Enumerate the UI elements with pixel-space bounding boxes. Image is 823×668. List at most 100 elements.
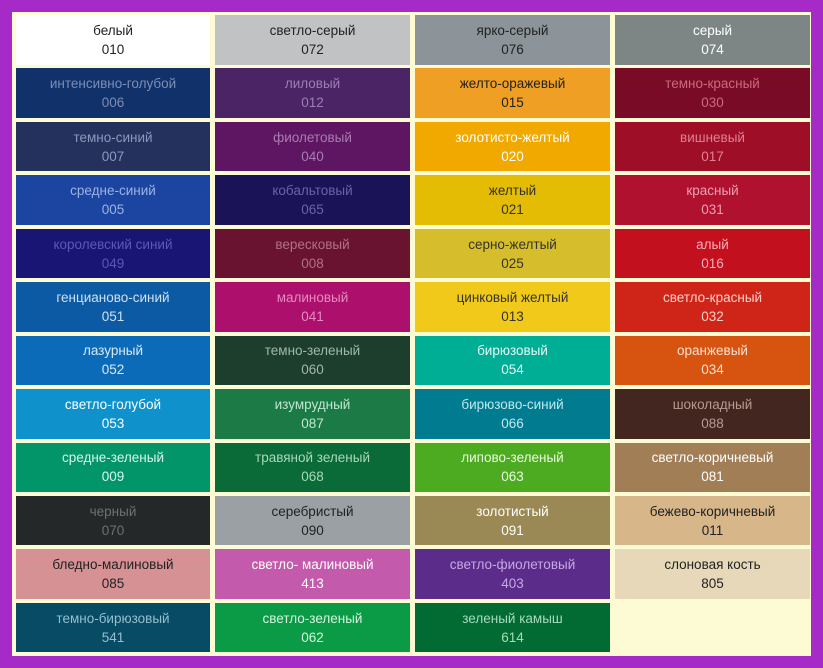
color-code: 015 — [501, 95, 524, 111]
color-code: 614 — [501, 629, 524, 645]
color-swatch: серебристый 090 — [215, 495, 410, 546]
color-swatch: вересковый 008 — [215, 228, 410, 279]
color-name: бирюзовый — [477, 343, 548, 359]
color-name: золотистый — [476, 503, 549, 519]
color-swatch: малиновый 041 — [215, 282, 410, 332]
color-name: бирюзово-синий — [461, 396, 564, 412]
color-swatch: светло-зеленый 062 — [215, 602, 410, 653]
color-name: светло-зеленый — [262, 610, 363, 626]
color-swatch: алый 016 — [615, 228, 810, 279]
color-swatch: золотисто-желтый 020 — [415, 121, 610, 172]
color-name: серебристый — [271, 503, 354, 519]
color-code: 016 — [701, 255, 724, 271]
color-swatch: лазурный 052 — [16, 335, 210, 386]
color-code: 013 — [501, 308, 524, 324]
color-swatch: генцианово-синий 051 — [16, 282, 210, 332]
color-code: 066 — [501, 415, 524, 431]
color-code: 063 — [501, 469, 524, 485]
color-name: вересковый — [275, 236, 350, 252]
color-swatch: кобальтовый 065 — [215, 175, 410, 225]
color-swatch: лиловый 012 — [215, 68, 410, 118]
color-swatch: бежево-коричневый 011 — [615, 495, 810, 546]
color-code: 031 — [701, 202, 724, 218]
color-swatch: желто-оражевый 015 — [415, 68, 610, 118]
color-code: 034 — [701, 362, 724, 378]
color-code: 074 — [701, 41, 724, 57]
color-swatch: травяной зеленый 068 — [215, 442, 410, 492]
color-swatch: серно-желтый 025 — [415, 228, 610, 279]
color-swatch: бирюзовый 054 — [415, 335, 610, 386]
color-name: изумрудный — [274, 396, 351, 412]
color-code: 011 — [701, 522, 724, 538]
color-name: слоновая кость — [664, 557, 761, 573]
color-name: фиолетовый — [273, 129, 352, 145]
color-code: 030 — [701, 95, 724, 111]
color-code: 012 — [301, 95, 324, 111]
color-name: светло-коричневый — [651, 450, 774, 466]
color-swatch: шоколадный 088 — [615, 389, 810, 439]
empty-cell — [615, 603, 810, 653]
color-name: ярко-серый — [476, 22, 549, 38]
color-name: лиловый — [284, 76, 341, 92]
color-swatch: средне-синий 005 — [16, 175, 210, 225]
color-swatch-grid: белый 010 светло-серый 072 ярко-серый 076 серы… — [16, 15, 810, 653]
color-name: светло-серый — [269, 22, 356, 38]
color-swatch: светло-серый 072 — [215, 15, 410, 65]
color-swatch: слоновая кость 805 — [615, 549, 810, 599]
color-name: цинковый желтый — [456, 289, 569, 305]
color-code: 025 — [501, 255, 524, 271]
color-name: средне-синий — [70, 183, 156, 199]
color-name: красный — [686, 183, 739, 199]
color-code: 008 — [301, 255, 324, 271]
color-code: 010 — [101, 41, 125, 57]
color-name: оранжевый — [677, 343, 748, 359]
color-name: темно-красный — [665, 76, 760, 92]
color-name: алый — [696, 236, 729, 252]
color-name: черный — [89, 503, 137, 519]
color-code: 091 — [501, 522, 524, 538]
color-swatch: золотистый 091 — [415, 495, 610, 546]
color-swatch: белый 010 — [16, 15, 210, 65]
color-name: зеленый камыш — [462, 610, 563, 626]
color-code: 009 — [101, 469, 125, 485]
color-name: шоколадный — [672, 396, 753, 412]
color-code: 032 — [701, 308, 724, 324]
color-code: 006 — [101, 95, 125, 111]
color-code: 054 — [501, 362, 524, 378]
color-code: 020 — [501, 148, 524, 164]
color-code: 090 — [301, 522, 324, 538]
color-code: 005 — [101, 202, 125, 218]
color-name: бежево-коричневый — [649, 503, 776, 519]
color-name: желтый — [488, 183, 537, 199]
color-code: 017 — [701, 148, 724, 164]
color-swatch: зеленый камыш 614 — [415, 602, 610, 653]
color-code: 049 — [101, 255, 125, 271]
color-swatch: интенсивно-голубой 006 — [16, 68, 210, 118]
color-swatch: светло-красный 032 — [615, 282, 810, 332]
color-swatch: изумрудный 087 — [215, 389, 410, 439]
color-code: 070 — [101, 522, 125, 538]
color-code: 541 — [101, 629, 125, 645]
color-swatch: оранжевый 034 — [615, 335, 810, 386]
color-swatch: средне-зеленый 009 — [16, 442, 210, 492]
color-swatch: темно-бирюзовый 541 — [16, 602, 210, 653]
color-name: желто-оражевый — [459, 76, 566, 92]
color-code: 805 — [701, 576, 724, 592]
color-swatch: желтый 021 — [415, 175, 610, 225]
color-name: светло-голубой — [64, 396, 162, 412]
color-swatch: серый 074 — [615, 15, 810, 65]
color-swatch: темно-синий 007 — [16, 121, 210, 172]
color-swatch: бирюзово-синий 066 — [415, 389, 610, 439]
color-name: лазурный — [82, 343, 144, 359]
color-swatch: светло-коричневый 081 — [615, 442, 810, 492]
color-code: 088 — [701, 415, 724, 431]
color-code: 081 — [701, 469, 724, 485]
color-code: 065 — [301, 202, 324, 218]
color-code: 051 — [101, 308, 125, 324]
color-code: 076 — [501, 41, 524, 57]
color-swatch: темно-зеленый 060 — [215, 335, 410, 386]
color-code: 060 — [301, 362, 324, 378]
color-code: 041 — [301, 308, 324, 324]
color-swatch: вишневый 017 — [615, 121, 810, 172]
color-code: 053 — [101, 415, 125, 431]
